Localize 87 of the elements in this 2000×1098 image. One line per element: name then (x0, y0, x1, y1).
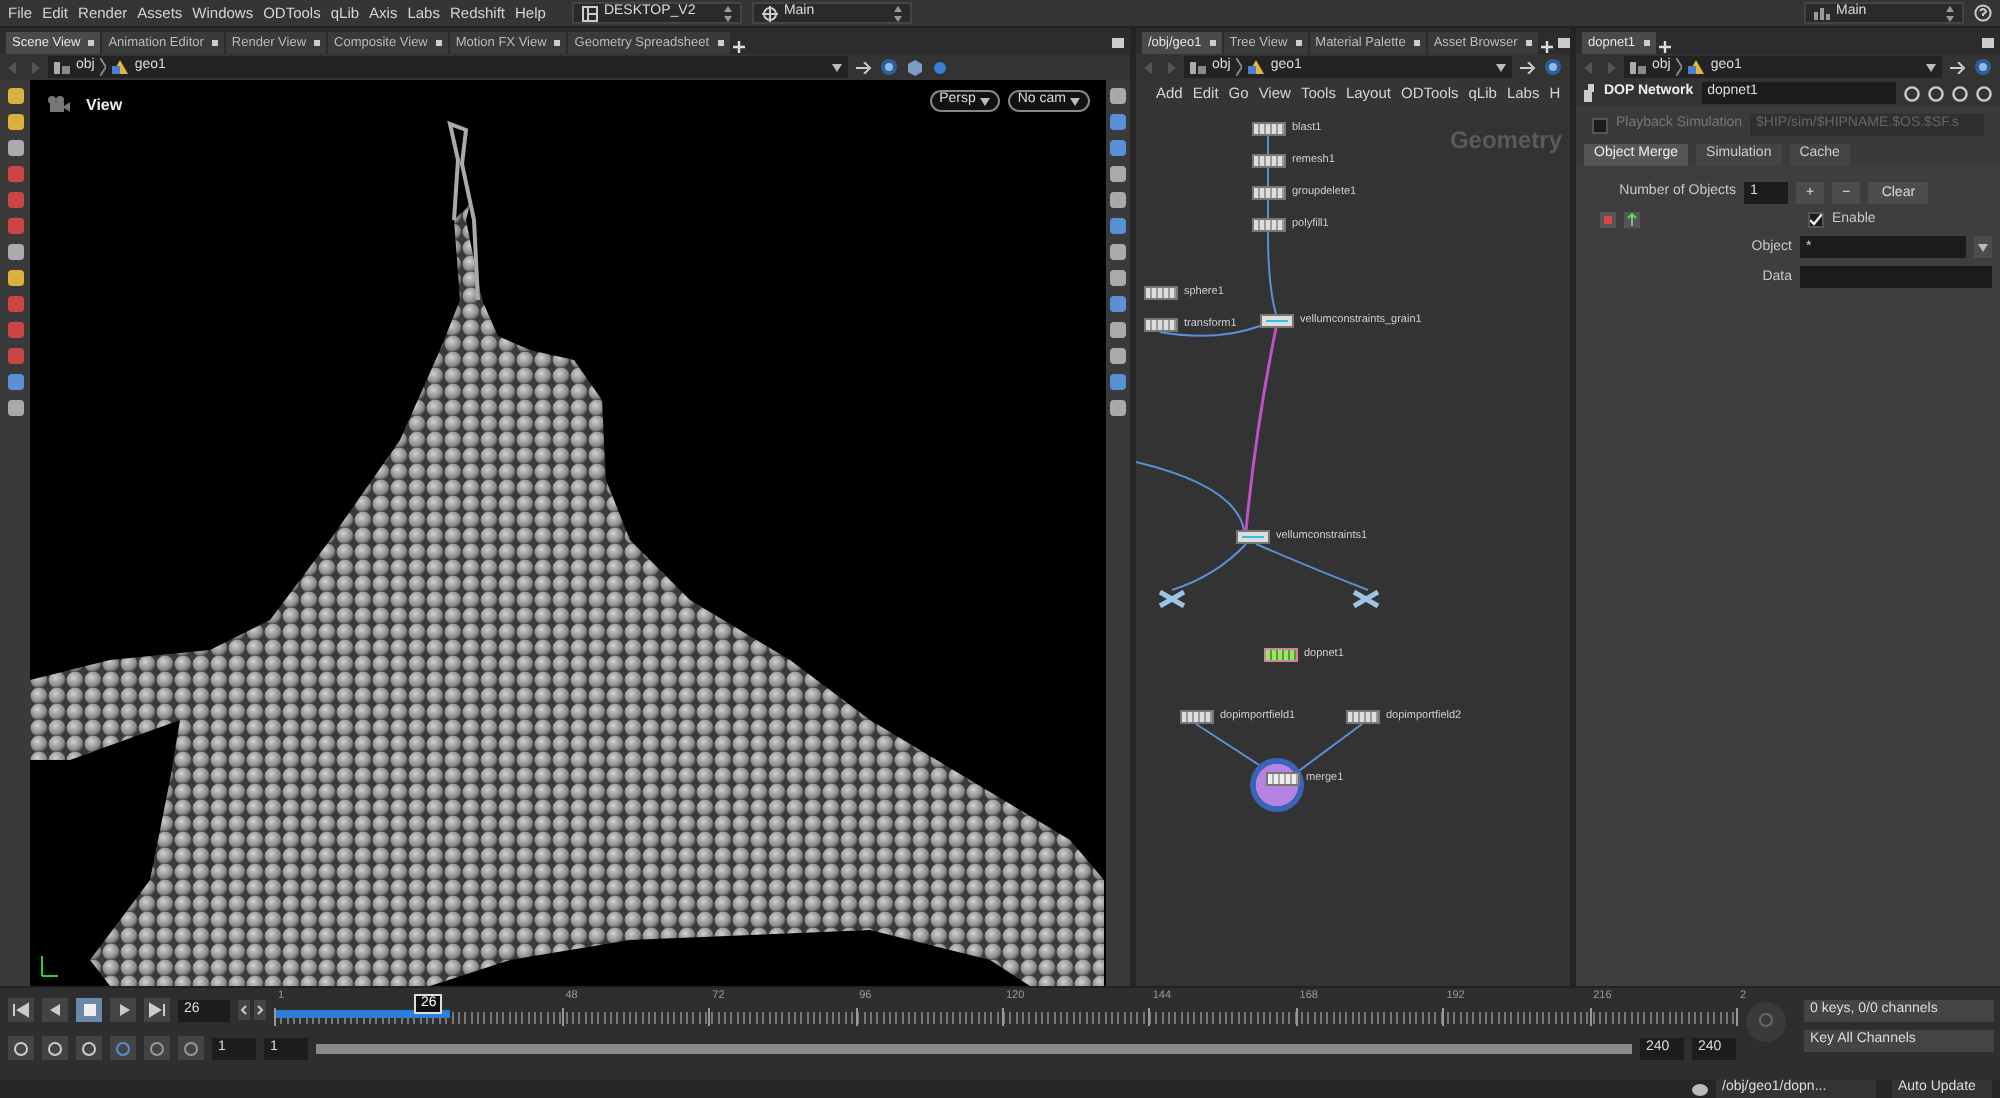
link-icon[interactable] (1544, 58, 1562, 76)
close-icon[interactable] (554, 40, 561, 46)
last-icon (148, 1002, 166, 1018)
node-type-icon (1584, 84, 1596, 102)
check-icon (1810, 214, 1822, 227)
timeline-tool-button[interactable] (8, 1036, 34, 1060)
chevron-icon (1676, 58, 1683, 76)
solver-node-icon[interactable] (1158, 590, 1186, 608)
network-node[interactable] (1252, 186, 1286, 200)
folder-icon (1190, 60, 1206, 74)
timeline-tool-button[interactable] (178, 1036, 204, 1060)
timeline-tool-button[interactable] (42, 1036, 68, 1060)
solver-node-icon[interactable] (1352, 590, 1380, 608)
network-node[interactable] (1180, 710, 1214, 724)
plus-icon[interactable] (1657, 40, 1671, 54)
axis-icon (41, 955, 59, 977)
caret-icon[interactable] (1496, 63, 1506, 71)
close-icon[interactable] (211, 40, 218, 46)
desk-icon (1814, 7, 1830, 19)
network-node[interactable] (1346, 710, 1380, 724)
spinner-arrows-icon[interactable] (893, 5, 902, 21)
spinner-arrows-icon[interactable] (723, 5, 732, 21)
playback-button[interactable] (110, 998, 136, 1022)
geometry-icon (1688, 60, 1705, 74)
close-icon[interactable] (1413, 40, 1420, 46)
folder-icon (1630, 60, 1646, 74)
data-field[interactable] (1800, 266, 1992, 289)
close-icon[interactable] (1295, 40, 1302, 46)
playback-button[interactable] (42, 998, 68, 1022)
folder-icon (54, 60, 70, 74)
maximize-icon[interactable] (1557, 38, 1570, 48)
viewport-title: View (86, 96, 123, 116)
timeline-tool-button[interactable] (110, 1036, 136, 1060)
network-node[interactable] (1144, 318, 1178, 332)
sphere-icon[interactable] (932, 58, 950, 76)
camera-icon (46, 96, 70, 115)
caret-icon[interactable] (1978, 243, 1988, 252)
chevron-icon (1236, 58, 1243, 76)
desktop-layout-icon (581, 5, 598, 21)
connection-wire (1171, 543, 1247, 591)
network-node[interactable] (1252, 154, 1286, 168)
play-icon (114, 1002, 132, 1018)
remove-item-icon[interactable] (1600, 212, 1616, 229)
step-icon[interactable] (238, 1000, 266, 1020)
caret-icon[interactable] (1070, 97, 1080, 105)
first-icon (12, 1002, 30, 1018)
back-icon (46, 1002, 64, 1018)
playback-button[interactable] (76, 998, 102, 1022)
close-icon[interactable] (717, 40, 723, 46)
dropdown-button[interactable] (1974, 236, 1992, 259)
range-slider[interactable] (316, 1043, 1632, 1053)
plus-icon[interactable] (1539, 40, 1554, 54)
playback-button[interactable] (8, 998, 34, 1022)
network-node[interactable] (1144, 286, 1178, 300)
link-icon[interactable] (1974, 58, 1992, 76)
connection-wire (1267, 231, 1277, 315)
network-node[interactable] (1266, 772, 1300, 786)
checkbox[interactable] (1592, 117, 1608, 133)
playback-button[interactable] (144, 998, 170, 1022)
cube-icon[interactable] (906, 58, 924, 76)
network-node[interactable] (1252, 218, 1286, 232)
close-icon[interactable] (88, 40, 95, 46)
geometry-icon (112, 60, 129, 74)
checkbox[interactable] (1808, 212, 1824, 229)
chevron-icon (100, 58, 107, 76)
network-node[interactable] (1252, 122, 1286, 136)
network-node[interactable] (1260, 314, 1294, 328)
network-node[interactable] (1236, 530, 1270, 544)
close-icon[interactable] (314, 40, 321, 46)
link-icon[interactable] (880, 58, 898, 76)
plus-icon[interactable] (731, 40, 745, 54)
timeline-tool-button[interactable] (76, 1036, 102, 1060)
caret-icon[interactable] (1926, 63, 1936, 71)
stop-icon (80, 1002, 98, 1018)
connection-wire (1255, 543, 1369, 591)
caret-icon[interactable] (979, 97, 990, 105)
close-icon[interactable] (435, 40, 442, 46)
spinner-arrows-icon[interactable] (1946, 5, 1954, 21)
caret-icon[interactable] (832, 63, 842, 71)
close-icon[interactable] (1525, 40, 1532, 46)
close-icon[interactable] (1643, 40, 1649, 46)
move-item-icon[interactable] (1624, 212, 1640, 229)
geometry-icon (1248, 60, 1265, 74)
crosshair-icon (761, 5, 778, 21)
timeline-tool-button[interactable] (144, 1036, 170, 1060)
network-node[interactable] (1264, 648, 1298, 662)
close-icon[interactable] (1209, 40, 1216, 46)
